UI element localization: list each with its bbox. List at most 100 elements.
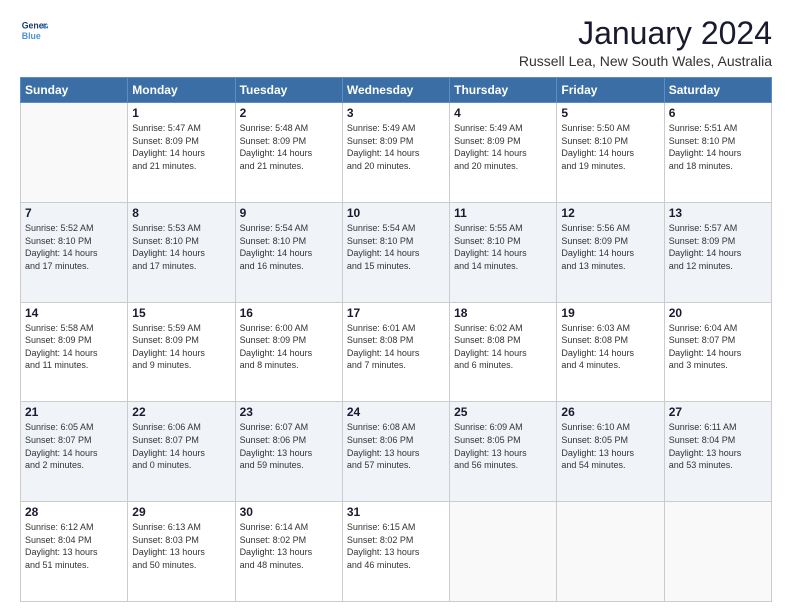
table-row: 25Sunrise: 6:09 AM Sunset: 8:05 PM Dayli… [450,402,557,502]
day-number: 29 [132,505,230,519]
header-tuesday: Tuesday [235,78,342,103]
header-sunday: Sunday [21,78,128,103]
day-info: Sunrise: 6:05 AM Sunset: 8:07 PM Dayligh… [25,421,123,471]
day-number: 10 [347,206,445,220]
day-number: 7 [25,206,123,220]
day-number: 3 [347,106,445,120]
table-row: 28Sunrise: 6:12 AM Sunset: 8:04 PM Dayli… [21,502,128,602]
day-info: Sunrise: 5:57 AM Sunset: 8:09 PM Dayligh… [669,222,767,272]
table-row: 21 Sunrise: 6:05 AM Sunset: 8:07 PM Dayli… [21,402,128,502]
day-number: 9 [240,206,338,220]
table-row [557,502,664,602]
page: General Blue January 2024 Russell Lea, N… [0,0,792,612]
day-number: 19 [561,306,659,320]
day-number: 6 [669,106,767,120]
day-number: 20 [669,306,767,320]
day-number: 11 [454,206,552,220]
table-row: 6 Sunrise: 5:51 AM Sunset: 8:10 PM Daylig… [664,103,771,203]
day-number: 26 [561,405,659,419]
table-row: 26 Sunrise: 6:10 AM Sunset: 8:05 PM Dayli… [557,402,664,502]
day-info: Sunrise: 6:15 AM Sunset: 8:02 PM Dayligh… [347,521,445,571]
day-number: 5 [561,106,659,120]
day-number: 30 [240,505,338,519]
day-info: Sunrise: 5:48 AM Sunset: 8:09 PM Dayligh… [240,122,338,172]
calendar-row-1: 7 Sunrise: 5:52 AM Sunset: 8:10 PM Daylig… [21,202,772,302]
day-number: 12 [561,206,659,220]
day-info: Sunrise: 6:04 AM Sunset: 8:07 PM Dayligh… [669,322,767,372]
header-monday: Monday [128,78,235,103]
day-info: Sunrise: 5:49 AM Sunset: 8:09 PM Dayligh… [347,122,445,172]
day-info: Sunrise: 5:59 AM Sunset: 8:09 PM Dayligh… [132,322,230,372]
table-row [450,502,557,602]
day-info: Sunrise: 6:06 AM Sunset: 8:07 PM Dayligh… [132,421,230,471]
header: General Blue January 2024 Russell Lea, N… [20,16,772,69]
table-row: 13 Sunrise: 5:57 AM Sunset: 8:09 PM Dayli… [664,202,771,302]
day-info: Sunrise: 5:47 AM Sunset: 8:09 PM Dayligh… [132,122,230,172]
table-row: 22 Sunrise: 6:06 AM Sunset: 8:07 PM Dayli… [128,402,235,502]
header-wednesday: Wednesday [342,78,449,103]
table-row: 1 Sunrise: 5:47 AM Sunset: 8:09 PM Daylig… [128,103,235,203]
calendar-header-row: Sunday Monday Tuesday Wednesday Thursday… [21,78,772,103]
day-info: Sunrise: 5:54 AM Sunset: 8:10 PM Dayligh… [347,222,445,272]
table-row: 18 Sunrise: 6:02 AM Sunset: 8:08 PM Dayli… [450,302,557,402]
table-row: 5Sunrise: 5:50 AM Sunset: 8:10 PM Daylig… [557,103,664,203]
table-row: 15Sunrise: 5:59 AM Sunset: 8:09 PM Dayli… [128,302,235,402]
day-info: Sunrise: 5:51 AM Sunset: 8:10 PM Dayligh… [669,122,767,172]
day-number: 22 [132,405,230,419]
calendar-row-0: 1 Sunrise: 5:47 AM Sunset: 8:09 PM Daylig… [21,103,772,203]
day-info: Sunrise: 6:02 AM Sunset: 8:08 PM Dayligh… [454,322,552,372]
day-info: Sunrise: 5:56 AM Sunset: 8:09 PM Dayligh… [561,222,659,272]
day-number: 2 [240,106,338,120]
calendar-row-3: 21 Sunrise: 6:05 AM Sunset: 8:07 PM Dayli… [21,402,772,502]
day-number: 8 [132,206,230,220]
table-row: 16 Sunrise: 6:00 AM Sunset: 8:09 PM Dayli… [235,302,342,402]
table-row: 19 Sunrise: 6:03 AM Sunset: 8:08 PM Dayli… [557,302,664,402]
day-info: Sunrise: 5:49 AM Sunset: 8:09 PM Dayligh… [454,122,552,172]
header-thursday: Thursday [450,78,557,103]
table-row: 10 Sunrise: 5:54 AM Sunset: 8:10 PM Dayli… [342,202,449,302]
table-row: 14Sunrise: 5:58 AM Sunset: 8:09 PM Dayli… [21,302,128,402]
header-saturday: Saturday [664,78,771,103]
subtitle: Russell Lea, New South Wales, Australia [519,53,772,69]
day-info: Sunrise: 6:07 AM Sunset: 8:06 PM Dayligh… [240,421,338,471]
day-number: 18 [454,306,552,320]
day-info: Sunrise: 5:54 AM Sunset: 8:10 PM Dayligh… [240,222,338,272]
header-friday: Friday [557,78,664,103]
table-row: 7 Sunrise: 5:52 AM Sunset: 8:10 PM Daylig… [21,202,128,302]
day-info: Sunrise: 6:00 AM Sunset: 8:09 PM Dayligh… [240,322,338,372]
main-title: January 2024 [519,16,772,51]
calendar-row-2: 14Sunrise: 5:58 AM Sunset: 8:09 PM Dayli… [21,302,772,402]
day-info: Sunrise: 6:14 AM Sunset: 8:02 PM Dayligh… [240,521,338,571]
day-info: Sunrise: 5:52 AM Sunset: 8:10 PM Dayligh… [25,222,123,272]
day-number: 28 [25,505,123,519]
table-row: 12 Sunrise: 5:56 AM Sunset: 8:09 PM Dayli… [557,202,664,302]
table-row: 30 Sunrise: 6:14 AM Sunset: 8:02 PM Dayli… [235,502,342,602]
table-row: 27Sunrise: 6:11 AM Sunset: 8:04 PM Dayli… [664,402,771,502]
day-number: 23 [240,405,338,419]
day-number: 25 [454,405,552,419]
table-row: 20 Sunrise: 6:04 AM Sunset: 8:07 PM Dayli… [664,302,771,402]
day-info: Sunrise: 6:01 AM Sunset: 8:08 PM Dayligh… [347,322,445,372]
day-info: Sunrise: 6:10 AM Sunset: 8:05 PM Dayligh… [561,421,659,471]
calendar-row-4: 28Sunrise: 6:12 AM Sunset: 8:04 PM Dayli… [21,502,772,602]
day-info: Sunrise: 6:11 AM Sunset: 8:04 PM Dayligh… [669,421,767,471]
table-row: 4 Sunrise: 5:49 AM Sunset: 8:09 PM Daylig… [450,103,557,203]
day-number: 16 [240,306,338,320]
table-row: 11Sunrise: 5:55 AM Sunset: 8:10 PM Dayli… [450,202,557,302]
table-row: 24Sunrise: 6:08 AM Sunset: 8:06 PM Dayli… [342,402,449,502]
day-number: 13 [669,206,767,220]
day-number: 21 [25,405,123,419]
day-number: 1 [132,106,230,120]
table-row: 2 Sunrise: 5:48 AM Sunset: 8:09 PM Daylig… [235,103,342,203]
table-row [664,502,771,602]
day-info: Sunrise: 6:03 AM Sunset: 8:08 PM Dayligh… [561,322,659,372]
day-info: Sunrise: 6:13 AM Sunset: 8:03 PM Dayligh… [132,521,230,571]
table-row: 3 Sunrise: 5:49 AM Sunset: 8:09 PM Daylig… [342,103,449,203]
day-number: 17 [347,306,445,320]
day-number: 4 [454,106,552,120]
table-row: 23 Sunrise: 6:07 AM Sunset: 8:06 PM Dayli… [235,402,342,502]
table-row: 29 Sunrise: 6:13 AM Sunset: 8:03 PM Dayli… [128,502,235,602]
table-row: 9 Sunrise: 5:54 AM Sunset: 8:10 PM Daylig… [235,202,342,302]
day-number: 31 [347,505,445,519]
day-number: 14 [25,306,123,320]
